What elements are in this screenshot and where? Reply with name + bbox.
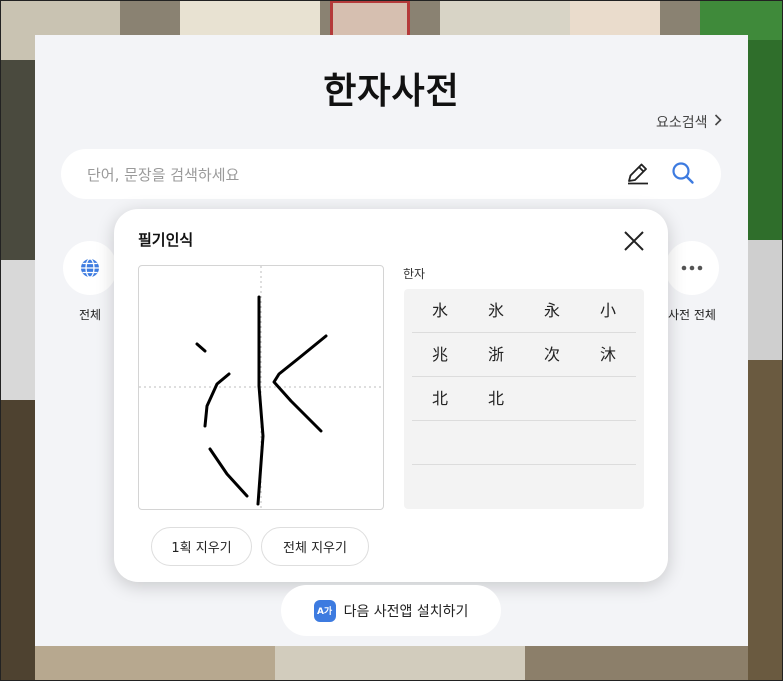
candidate-char <box>580 377 636 420</box>
candidate-char[interactable]: 小 <box>580 289 636 332</box>
search-bar <box>61 149 721 201</box>
page-title: 한자사전 <box>323 71 460 112</box>
handwriting-canvas[interactable] <box>138 265 384 510</box>
candidate-row <box>412 421 636 465</box>
element-search-link[interactable]: 요소검색 <box>656 112 722 132</box>
candidate-char[interactable]: 沐 <box>580 333 636 376</box>
chevron-right-icon <box>714 114 722 130</box>
candidates-list: 水 氷 永 小 兆 浙 次 沐 北 北 <box>404 289 644 509</box>
dictionary-app-icon: A가 <box>313 599 336 622</box>
candidate-char[interactable]: 水 <box>412 289 468 332</box>
handwritten-strokes <box>195 295 328 506</box>
candidate-char[interactable]: 永 <box>524 289 580 332</box>
handwriting-pen-icon[interactable] <box>625 160 651 186</box>
handwriting-title: 필기인식 <box>138 231 194 249</box>
candidate-char[interactable]: 北 <box>468 377 524 420</box>
globe-icon <box>63 241 117 295</box>
candidate-char[interactable]: 兆 <box>412 333 468 376</box>
close-icon[interactable] <box>622 229 646 253</box>
candidate-row: 北 北 <box>412 377 636 421</box>
candidate-row: 兆 浙 次 沐 <box>412 333 636 377</box>
candidate-row <box>412 465 636 509</box>
element-search-label: 요소검색 <box>656 115 708 131</box>
candidate-char[interactable]: 氷 <box>468 289 524 332</box>
install-app-button[interactable]: A가 다음 사전앱 설치하기 <box>281 585 501 636</box>
search-icon[interactable] <box>670 160 696 186</box>
candidates-label: 한자 <box>403 267 426 281</box>
candidate-char[interactable]: 浙 <box>468 333 524 376</box>
candidate-char[interactable]: 北 <box>412 377 468 420</box>
candidate-row: 水 氷 永 小 <box>412 289 636 333</box>
more-icon <box>665 241 719 295</box>
undo-stroke-button[interactable]: 1획 지우기 <box>151 527 252 566</box>
candidate-char[interactable]: 次 <box>524 333 580 376</box>
clear-all-button[interactable]: 전체 지우기 <box>261 527 369 566</box>
install-app-label: 다음 사전앱 설치하기 <box>343 603 469 620</box>
search-input[interactable] <box>85 149 609 201</box>
candidate-char <box>524 377 580 420</box>
handwriting-popup: 필기인식 한자 水 氷 永 小 兆 浙 次 沐 北 北 1획 지우기 전체 지우… <box>114 209 668 582</box>
